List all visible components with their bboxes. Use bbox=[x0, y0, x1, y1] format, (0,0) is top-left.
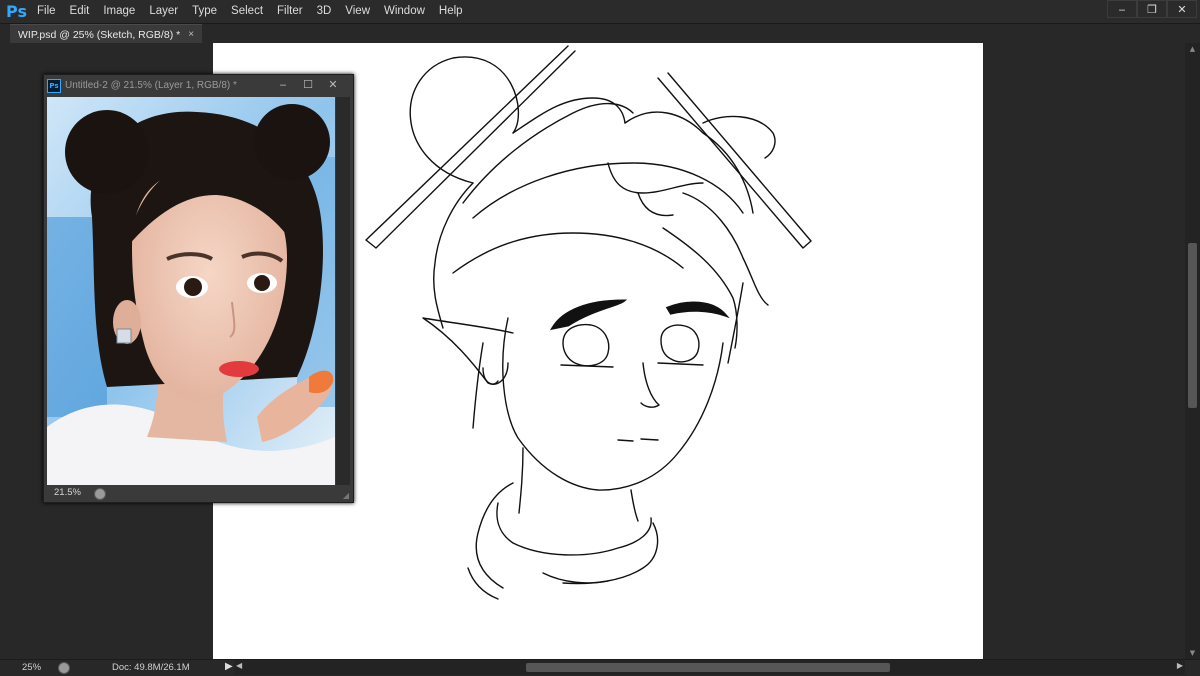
menu-type[interactable]: Type bbox=[185, 0, 224, 23]
menu-3d[interactable]: 3D bbox=[310, 0, 339, 23]
horizontal-scrollbar[interactable]: ◀ ▶ bbox=[234, 660, 1185, 675]
sketch-collar bbox=[475, 482, 514, 589]
close-icon: ✕ bbox=[328, 78, 338, 91]
menu-select[interactable]: Select bbox=[224, 0, 270, 23]
info-icon[interactable] bbox=[58, 662, 70, 674]
sketch-hair bbox=[433, 182, 474, 329]
sketch-mouth bbox=[617, 438, 659, 442]
document-tab[interactable]: WIP.psd @ 25% (Sketch, RGB/8) * × bbox=[10, 24, 203, 44]
sketch-eye-left bbox=[562, 323, 610, 367]
floating-vertical-scrollbar[interactable] bbox=[336, 97, 350, 485]
floating-window-titlebar[interactable]: Ps Untitled-2 @ 21.5% (Layer 1, RGB/8) *… bbox=[44, 75, 353, 96]
reference-photo[interactable] bbox=[47, 97, 335, 485]
restore-icon: ❐ bbox=[1147, 2, 1157, 16]
sketch-neck bbox=[518, 447, 639, 522]
status-menu-arrow-icon[interactable]: ▶ bbox=[225, 661, 233, 672]
menu-image[interactable]: Image bbox=[96, 0, 142, 23]
sketch-bun-right bbox=[702, 115, 776, 159]
vertical-scrollbar[interactable]: ▲ ▼ bbox=[1185, 43, 1200, 659]
floating-document-window[interactable]: Ps Untitled-2 @ 21.5% (Layer 1, RGB/8) *… bbox=[43, 74, 354, 503]
resize-grip-icon[interactable]: ◢ bbox=[343, 491, 349, 500]
sketch-eyebrow-right bbox=[665, 301, 730, 319]
floating-minimize-button[interactable]: ‒ bbox=[269, 77, 297, 92]
sketch-face bbox=[502, 317, 724, 491]
minimize-icon: ‒ bbox=[279, 78, 287, 91]
sketch-chopstick-left bbox=[365, 45, 576, 249]
floating-window-title: Untitled-2 @ 21.5% (Layer 1, RGB/8) * bbox=[65, 80, 237, 91]
menu-help[interactable]: Help bbox=[432, 0, 470, 23]
vertical-scroll-thumb[interactable] bbox=[1188, 243, 1197, 408]
sketch-chopstick-right bbox=[657, 72, 812, 249]
status-bar: 25% Doc: 49.8M/26.1M ▶ ◀ ▶ bbox=[0, 659, 1200, 676]
menu-filter[interactable]: Filter bbox=[270, 0, 310, 23]
menu-edit[interactable]: Edit bbox=[63, 0, 97, 23]
floating-close-button[interactable]: ✕ bbox=[319, 77, 347, 92]
reference-photo-image bbox=[47, 97, 335, 485]
sketch-eye-right bbox=[660, 324, 700, 363]
close-app-button[interactable]: ✕ bbox=[1167, 0, 1197, 18]
floating-info-icon[interactable] bbox=[94, 488, 106, 500]
maximize-icon: ☐ bbox=[303, 78, 313, 91]
restore-button[interactable]: ❐ bbox=[1137, 0, 1167, 18]
minimize-icon: ‒ bbox=[1118, 2, 1126, 16]
menu-window[interactable]: Window bbox=[377, 0, 432, 23]
document-tab-bar: WIP.psd @ 25% (Sketch, RGB/8) * × bbox=[0, 24, 1200, 44]
floating-zoom-level[interactable]: 21.5% bbox=[54, 487, 81, 498]
photoshop-doc-icon: Ps bbox=[47, 78, 61, 93]
close-icon: ✕ bbox=[1177, 2, 1187, 16]
sketch-ear bbox=[422, 317, 514, 385]
sketch-nose bbox=[640, 362, 660, 408]
menu-file[interactable]: File bbox=[30, 0, 63, 23]
tab-close-icon[interactable]: × bbox=[188, 29, 194, 40]
horizontal-scroll-thumb[interactable] bbox=[526, 663, 890, 672]
scroll-left-icon[interactable]: ◀ bbox=[236, 661, 242, 670]
doc-size: Doc: 49.8M/26.1M bbox=[112, 662, 190, 673]
zoom-level[interactable]: 25% bbox=[22, 662, 41, 673]
menu-bar: Ps File Edit Image Layer Type Select Fil… bbox=[0, 0, 1200, 24]
sketch-bun-left bbox=[409, 56, 520, 184]
document-tab-title: WIP.psd @ 25% (Sketch, RGB/8) * bbox=[18, 28, 181, 41]
minimize-button[interactable]: ‒ bbox=[1107, 0, 1137, 18]
scroll-right-icon[interactable]: ▶ bbox=[1177, 661, 1183, 670]
scroll-down-icon[interactable]: ▼ bbox=[1188, 649, 1197, 657]
menu-view[interactable]: View bbox=[338, 0, 377, 23]
floating-status-bar: 21.5% ◢ bbox=[44, 485, 353, 502]
photoshop-logo-icon: Ps bbox=[6, 2, 27, 21]
scroll-up-icon[interactable]: ▲ bbox=[1188, 45, 1197, 53]
menu-layer[interactable]: Layer bbox=[142, 0, 185, 23]
floating-maximize-button[interactable]: ☐ bbox=[294, 77, 322, 92]
